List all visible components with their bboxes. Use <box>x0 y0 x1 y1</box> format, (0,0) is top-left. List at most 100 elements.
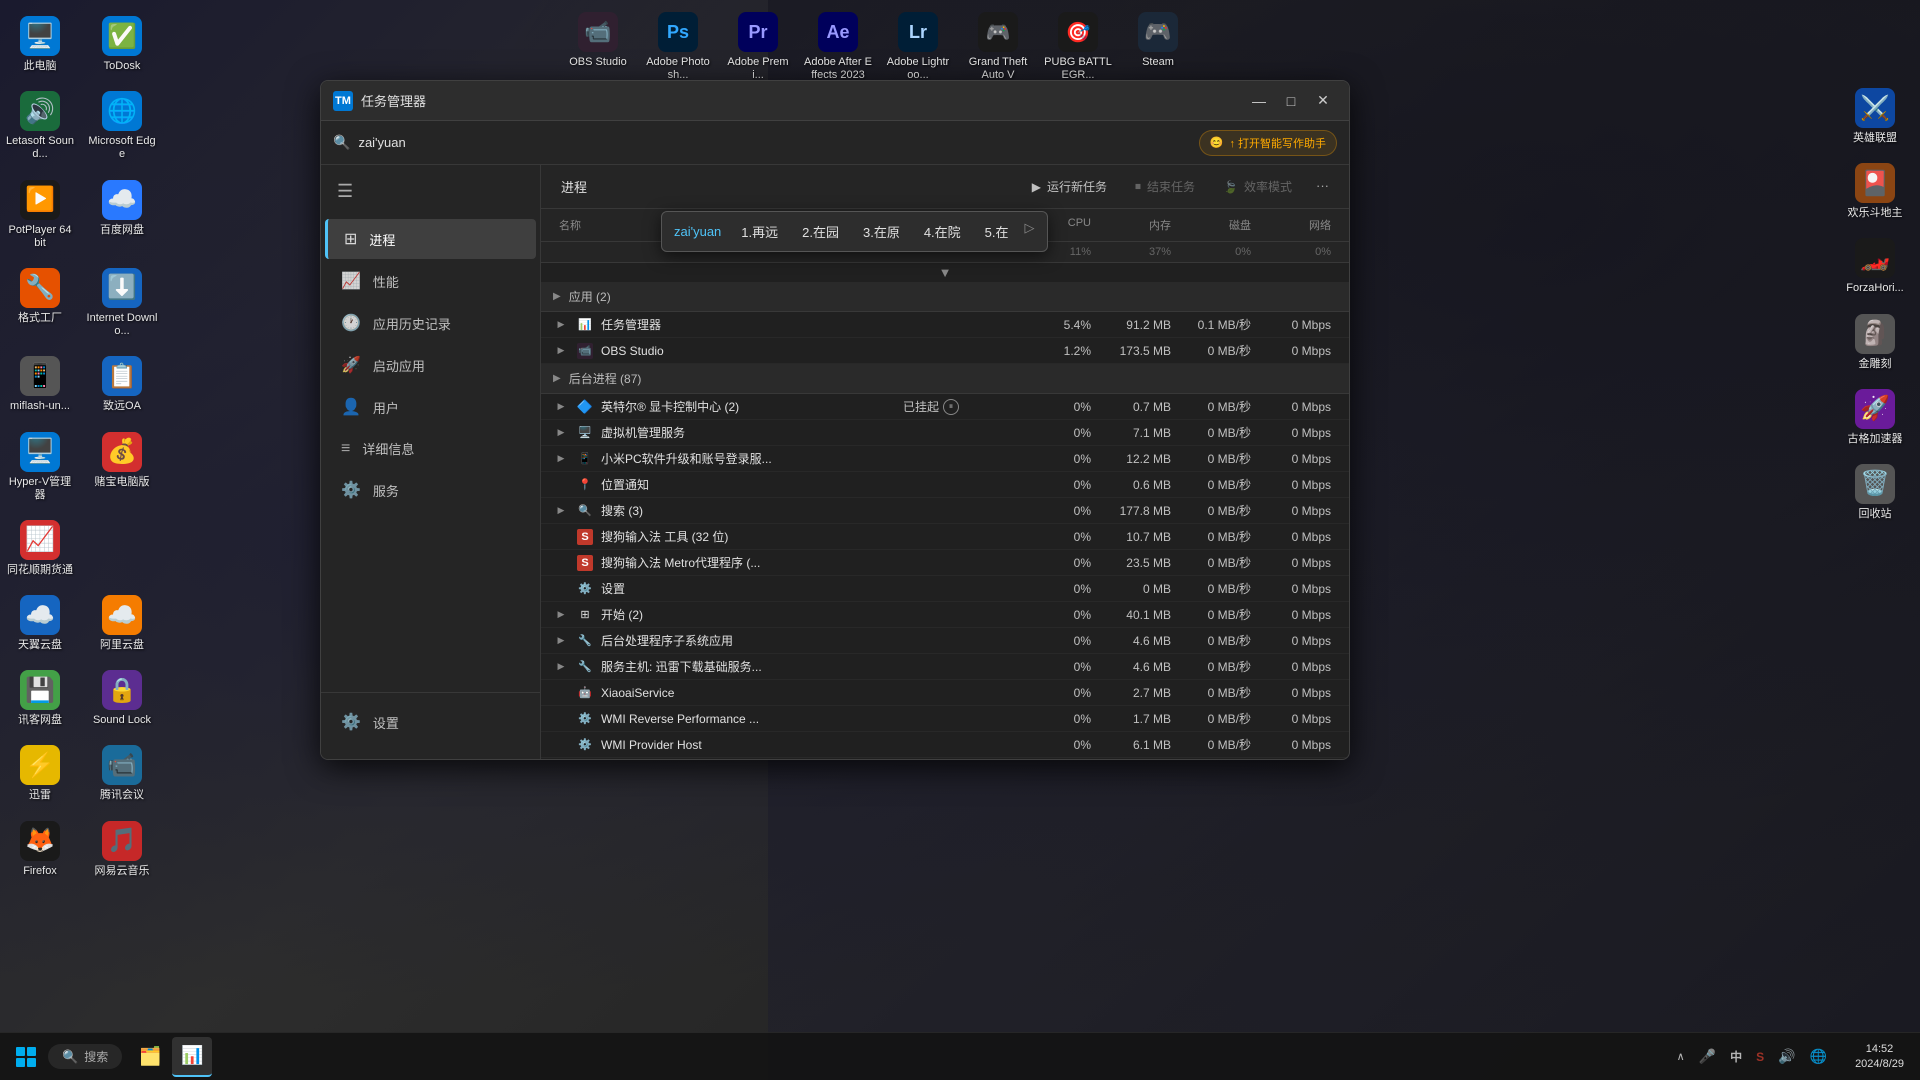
sidebar-item-services[interactable]: ⚙️ 服务 <box>325 470 536 510</box>
taskbar-icon-tm[interactable]: 📊 <box>172 1037 212 1077</box>
table-row[interactable]: ▶ ⊞ 开始 (2) 0% 40.1 MB 0 MB/秒 0 Mbps <box>541 602 1349 628</box>
table-row[interactable]: ▶ 🔧 服务主机: 迅雷下载基础服务... 0% 4.6 MB 0 MB/秒 0… <box>541 654 1349 680</box>
table-row[interactable]: ▶ 🔷 英特尔® 显卡控制中心 (2) 已挂起 ⏸ 0% 0.7 MB 0 MB… <box>541 394 1349 420</box>
table-row[interactable]: ▶ 📊 任务管理器 5.4% 91.2 MB 0.1 MB/秒 0 Mbps <box>541 312 1349 338</box>
zhubao-icon[interactable]: 💰 赌宝电脑版 <box>82 424 162 510</box>
start-button[interactable] <box>8 1039 44 1075</box>
ime-candidate-1[interactable]: 1.再远 <box>733 220 786 243</box>
ime-candidate-3[interactable]: 3.在原 <box>855 220 908 243</box>
sidebar-item-startup[interactable]: 🚀 启动应用 <box>325 345 536 385</box>
yuanqi-icon[interactable]: 🎴 欢乐斗地主 <box>1830 155 1920 228</box>
table-row[interactable]: ▶ 📱 小米PC软件升级和账号登录服... 0% 12.2 MB 0 MB/秒 … <box>541 446 1349 472</box>
photoshop-icon[interactable]: Ps Adobe Photosh... <box>640 4 716 90</box>
gu-ge-icon[interactable]: 🚀 古格加速器 <box>1830 381 1920 454</box>
miflash-icon[interactable]: 📱 miflash-un... <box>0 348 80 421</box>
baidu-icon[interactable]: ☁️ 百度网盘 <box>82 172 162 258</box>
geshu-icon[interactable]: 🔧 格式工厂 <box>0 260 80 346</box>
table-row[interactable]: ▶ 🔍 搜索 (3) 0% 177.8 MB 0 MB/秒 0 Mbps <box>541 498 1349 524</box>
taskbar-clock[interactable]: 14:52 2024/8/29 <box>1847 1042 1912 1071</box>
table-row[interactable]: ▶ 📹 OBS Studio 1.2% 173.5 MB 0 MB/秒 0 Mb… <box>541 338 1349 364</box>
table-row[interactable]: ▶ S 搜狗输入法 工具 (32 位) 0% 10.7 MB 0 MB/秒 0 … <box>541 524 1349 550</box>
premiere-icon[interactable]: Pr Adobe Premi... <box>720 4 796 90</box>
obs-icon[interactable]: 📹 OBS Studio <box>560 4 636 90</box>
firefox-icon[interactable]: 🦊 Firefox <box>0 813 80 886</box>
table-row[interactable]: ▶ ⚙️ 设置 0% 0 MB 0 MB/秒 0 Mbps <box>541 576 1349 602</box>
table-row[interactable]: ▶ ⚙️ WMI Provider Host 0% 6.9 MB 0 MB/秒 … <box>541 758 1349 759</box>
ying-xiong-icon[interactable]: ⚔️ 英雄联盟 <box>1830 80 1920 153</box>
expand-icon[interactable]: ▶ <box>553 659 569 675</box>
tianyi-icon[interactable]: ☁️ 天翼云盘 <box>0 587 80 660</box>
zhiyuan-icon[interactable]: 📋 致远OA <box>82 348 162 421</box>
close-button[interactable]: ✕ <box>1309 87 1337 115</box>
mic-tray-icon[interactable]: 🎤 <box>1695 1044 1720 1069</box>
minimize-button[interactable]: — <box>1245 87 1273 115</box>
lightroom-icon[interactable]: Lr Adobe Lightroo... <box>880 4 956 90</box>
xunlei-icon[interactable]: ⚡ 迅雷 <box>0 737 80 810</box>
table-row[interactable]: ▶ ⚙️ WMI Reverse Performance ... 0% 1.7 … <box>541 706 1349 732</box>
ime-candidate-5[interactable]: 5.在 <box>977 220 1017 243</box>
search-icon[interactable]: 🔍 <box>333 134 350 151</box>
table-row[interactable]: ▶ S 搜狗输入法 Metro代理程序 (... 0% 23.5 MB 0 MB… <box>541 550 1349 576</box>
ime-candidate-4[interactable]: 4.在院 <box>916 220 969 243</box>
table-row[interactable]: ▶ 🖥️ 虚拟机管理服务 0% 7.1 MB 0 MB/秒 0 Mbps <box>541 420 1349 446</box>
ime-next[interactable]: ▷ <box>1025 220 1035 243</box>
sidebar-item-users[interactable]: 👤 用户 <box>325 387 536 427</box>
tencent-meeting-icon[interactable]: 📹 腾讯会议 <box>82 737 162 810</box>
maximize-button[interactable]: □ <box>1277 87 1305 115</box>
col-net[interactable]: 网络 <box>1257 215 1337 235</box>
letasoft-icon[interactable]: 🔊 Letasoft Sound... <box>0 83 80 169</box>
sogou-tray-icon[interactable]: S <box>1752 1046 1768 1068</box>
steam-icon[interactable]: 🎮 Steam <box>1120 4 1196 90</box>
hamburger-button[interactable]: ☰ <box>321 173 540 210</box>
expand-icon[interactable]: ▶ <box>553 425 569 441</box>
col-disk[interactable]: 磁盘 <box>1177 215 1257 235</box>
expand-icon[interactable]: ▶ <box>553 317 569 333</box>
table-row[interactable]: ▶ 📍 位置通知 0% 0.6 MB 0 MB/秒 0 Mbps <box>541 472 1349 498</box>
wyy-music-icon[interactable]: 🎵 网易云音乐 <box>82 813 162 886</box>
processes-tab-label[interactable]: 进程 <box>553 177 595 196</box>
table-row[interactable]: ▶ ⚙️ WMI Provider Host 0% 6.1 MB 0 MB/秒 … <box>541 732 1349 758</box>
sidebar-item-process[interactable]: ⊞ 进程 <box>325 219 536 259</box>
bg-section-header[interactable]: ▶ 后台进程 (87) <box>541 364 1349 394</box>
recycle-bin-icon[interactable]: 🗑️ 回收站 <box>1830 456 1920 529</box>
forza-icon[interactable]: 🏎️ ForzaHori... <box>1830 230 1920 303</box>
tray-expand-button[interactable]: ∧ <box>1673 1046 1689 1067</box>
xunke-icon[interactable]: 💾 讯客网盘 <box>0 662 80 735</box>
sound-lock-icon[interactable]: 🔒 Sound Lock <box>82 662 162 735</box>
edge-icon[interactable]: 🌐 Microsoft Edge <box>82 83 162 169</box>
end-task-button[interactable]: ⏹ 结束任务 <box>1123 172 1207 201</box>
ime-candidate-2[interactable]: 2.在园 <box>794 220 847 243</box>
more-button[interactable]: ··· <box>1308 172 1337 201</box>
network-tray-icon[interactable]: 🌐 <box>1806 1044 1831 1069</box>
efficiency-mode-button[interactable]: 🍃 效率模式 <box>1211 172 1304 201</box>
todo-icon[interactable]: ✅ ToDosk <box>82 8 162 81</box>
jing-tiao-icon[interactable]: 🗿 金雕刻 <box>1830 306 1920 379</box>
search-input[interactable] <box>358 135 1190 150</box>
ai-assistant-button[interactable]: 😊 ↑ 打开智能写作助手 <box>1199 130 1337 156</box>
settings-item[interactable]: ⚙️ 设置 <box>325 702 536 742</box>
speaker-tray-icon[interactable]: 🔊 <box>1774 1044 1799 1069</box>
table-row[interactable]: ▶ 🔧 后台处理程序子系统应用 0% 4.6 MB 0 MB/秒 0 Mbps <box>541 628 1349 654</box>
sidebar-item-performance[interactable]: 📈 性能 <box>325 261 536 301</box>
expand-icon[interactable]: ▶ <box>553 451 569 467</box>
internet-dl-icon[interactable]: ⬇️ Internet Downlo... <box>82 260 162 346</box>
sidebar-item-app-history[interactable]: 🕐 应用历史记录 <box>325 303 536 343</box>
expand-icon[interactable]: ▶ <box>553 503 569 519</box>
pubg-icon[interactable]: 🎯 PUBG BATTLEGR... <box>1040 4 1116 90</box>
expand-icon[interactable]: ▶ <box>553 399 569 415</box>
hyperv-icon[interactable]: 🖥️ Hyper-V管理器 <box>0 424 80 510</box>
tonghua-icon[interactable]: 📈 同花顺期货通 <box>0 512 80 585</box>
apps-section-header[interactable]: ▶ 应用 (2) <box>541 282 1349 312</box>
gta-icon[interactable]: 🎮 Grand Theft Auto V <box>960 4 1036 90</box>
expand-icon[interactable]: ▶ <box>553 343 569 359</box>
taskbar-icon-explorer[interactable]: 🗂️ <box>130 1037 170 1077</box>
expand-icon[interactable]: ▶ <box>553 607 569 623</box>
potplayer-icon[interactable]: ▶️ PotPlayer 64 bit <box>0 172 80 258</box>
collapse-button[interactable]: ▼ <box>541 263 1349 282</box>
col-mem[interactable]: 内存 <box>1097 215 1177 235</box>
run-task-button[interactable]: ▶ 运行新任务 <box>1020 172 1119 201</box>
ime-tray-icon[interactable]: 中 <box>1726 1044 1746 1069</box>
my-pc-icon[interactable]: 🖥️ 此电脑 <box>0 8 80 81</box>
ae-icon[interactable]: Ae Adobe After Effects 2023 <box>800 4 876 90</box>
sidebar-item-details[interactable]: ≡ 详细信息 <box>325 429 536 468</box>
